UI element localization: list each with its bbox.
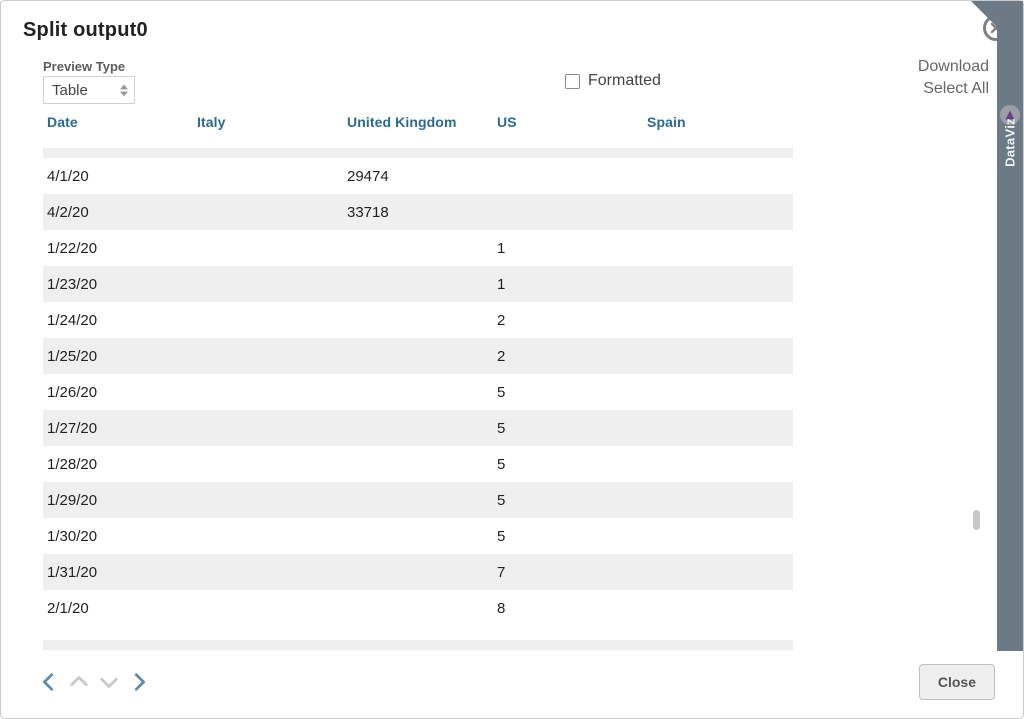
- formatted-block: Formatted: [565, 72, 661, 90]
- formatted-label: Formatted: [588, 72, 661, 90]
- table-row[interactable]: 1/26/20 5: [43, 374, 793, 410]
- preview-type-block: Preview Type Table: [43, 59, 135, 104]
- cell-us: 8: [497, 600, 647, 617]
- col-header-uk[interactable]: United Kingdom: [347, 114, 497, 130]
- col-header-italy[interactable]: Italy: [197, 114, 347, 130]
- cell-date: 2/1/20: [47, 600, 197, 617]
- table-row[interactable]: 1/25/20 2: [43, 338, 793, 374]
- preview-type-value: Table: [52, 82, 88, 99]
- cell-date: 1/30/20: [47, 528, 197, 545]
- cell-us: 5: [497, 420, 647, 437]
- table-row[interactable]: 1/24/20 2: [43, 302, 793, 338]
- cell-us: 5: [497, 384, 647, 401]
- cell-us: 1: [497, 276, 647, 293]
- table-row[interactable]: 1/27/20 5: [43, 410, 793, 446]
- table-row[interactable]: 1/23/20 1: [43, 266, 793, 302]
- right-links: Download Select All: [918, 58, 989, 98]
- cell-us: 5: [497, 528, 647, 545]
- dataviz-label: DataViz: [1003, 118, 1018, 167]
- cell-date: 1/23/20: [47, 276, 197, 293]
- modal-dialog: Split output0 Preview Type Table Formatt…: [1, 1, 1023, 718]
- controls-row: Preview Type Table Formatted Download Se…: [23, 58, 995, 104]
- cell-date: 1/26/20: [47, 384, 197, 401]
- table-header-row: Date Italy United Kingdom US Spain: [43, 104, 793, 140]
- cell-date: 1/28/20: [47, 456, 197, 473]
- cell-us: 2: [497, 348, 647, 365]
- cell-date: 4/1/20: [47, 168, 197, 185]
- data-table: Date Italy United Kingdom US Spain 4/1/2…: [43, 104, 793, 650]
- prev-page-button[interactable]: [65, 668, 93, 696]
- cell-date: 4/2/20: [47, 204, 197, 221]
- cell-us: 1: [497, 240, 647, 257]
- partial-prev-row: [43, 148, 793, 158]
- table-row[interactable]: 4/2/20 33718: [43, 194, 793, 230]
- last-page-button[interactable]: [125, 668, 153, 696]
- table-row[interactable]: 1/28/20 5: [43, 446, 793, 482]
- pagination-arrows: [35, 668, 153, 696]
- dialog-footer: Close: [23, 650, 995, 700]
- table-row[interactable]: 1/29/20 5: [43, 482, 793, 518]
- select-spinner-icon: [120, 84, 128, 97]
- table-row[interactable]: 4/1/20 29474: [43, 158, 793, 194]
- col-header-date[interactable]: Date: [47, 114, 197, 130]
- cell-date: 1/24/20: [47, 312, 197, 329]
- first-page-button[interactable]: [35, 668, 63, 696]
- select-all-link[interactable]: Select All: [923, 80, 989, 98]
- table-row[interactable]: 1/22/20 1: [43, 230, 793, 266]
- vertical-scrollbar[interactable]: [971, 164, 983, 650]
- cell-date: 1/25/20: [47, 348, 197, 365]
- table-row[interactable]: 1/30/20 5: [43, 518, 793, 554]
- col-header-us[interactable]: US: [497, 114, 647, 130]
- cell-us: 7: [497, 564, 647, 581]
- partial-next-row: [43, 640, 793, 650]
- cell-date: 1/31/20: [47, 564, 197, 581]
- scroll-thumb[interactable]: [973, 510, 980, 530]
- table-wrap: Date Italy United Kingdom US Spain 4/1/2…: [23, 104, 995, 650]
- cell-us: 5: [497, 456, 647, 473]
- cell-uk: 29474: [347, 168, 497, 185]
- dataviz-side-tab[interactable]: DataViz: [997, 1, 1023, 651]
- preview-type-select[interactable]: Table: [43, 76, 135, 104]
- cell-uk: 33718: [347, 204, 497, 221]
- cell-date: 1/22/20: [47, 240, 197, 257]
- col-header-spain[interactable]: Spain: [647, 114, 793, 130]
- cell-us: 5: [497, 492, 647, 509]
- cell-us: 2: [497, 312, 647, 329]
- table-row[interactable]: 1/31/20 7: [43, 554, 793, 590]
- close-button[interactable]: Close: [919, 664, 995, 700]
- table-row[interactable]: 2/1/20 8: [43, 590, 793, 626]
- preview-type-label: Preview Type: [43, 59, 135, 74]
- dialog-title: Split output0: [23, 19, 995, 42]
- cell-date: 1/29/20: [47, 492, 197, 509]
- cell-date: 1/27/20: [47, 420, 197, 437]
- download-link[interactable]: Download: [918, 58, 989, 76]
- next-page-button[interactable]: [95, 668, 123, 696]
- formatted-checkbox[interactable]: [565, 74, 580, 89]
